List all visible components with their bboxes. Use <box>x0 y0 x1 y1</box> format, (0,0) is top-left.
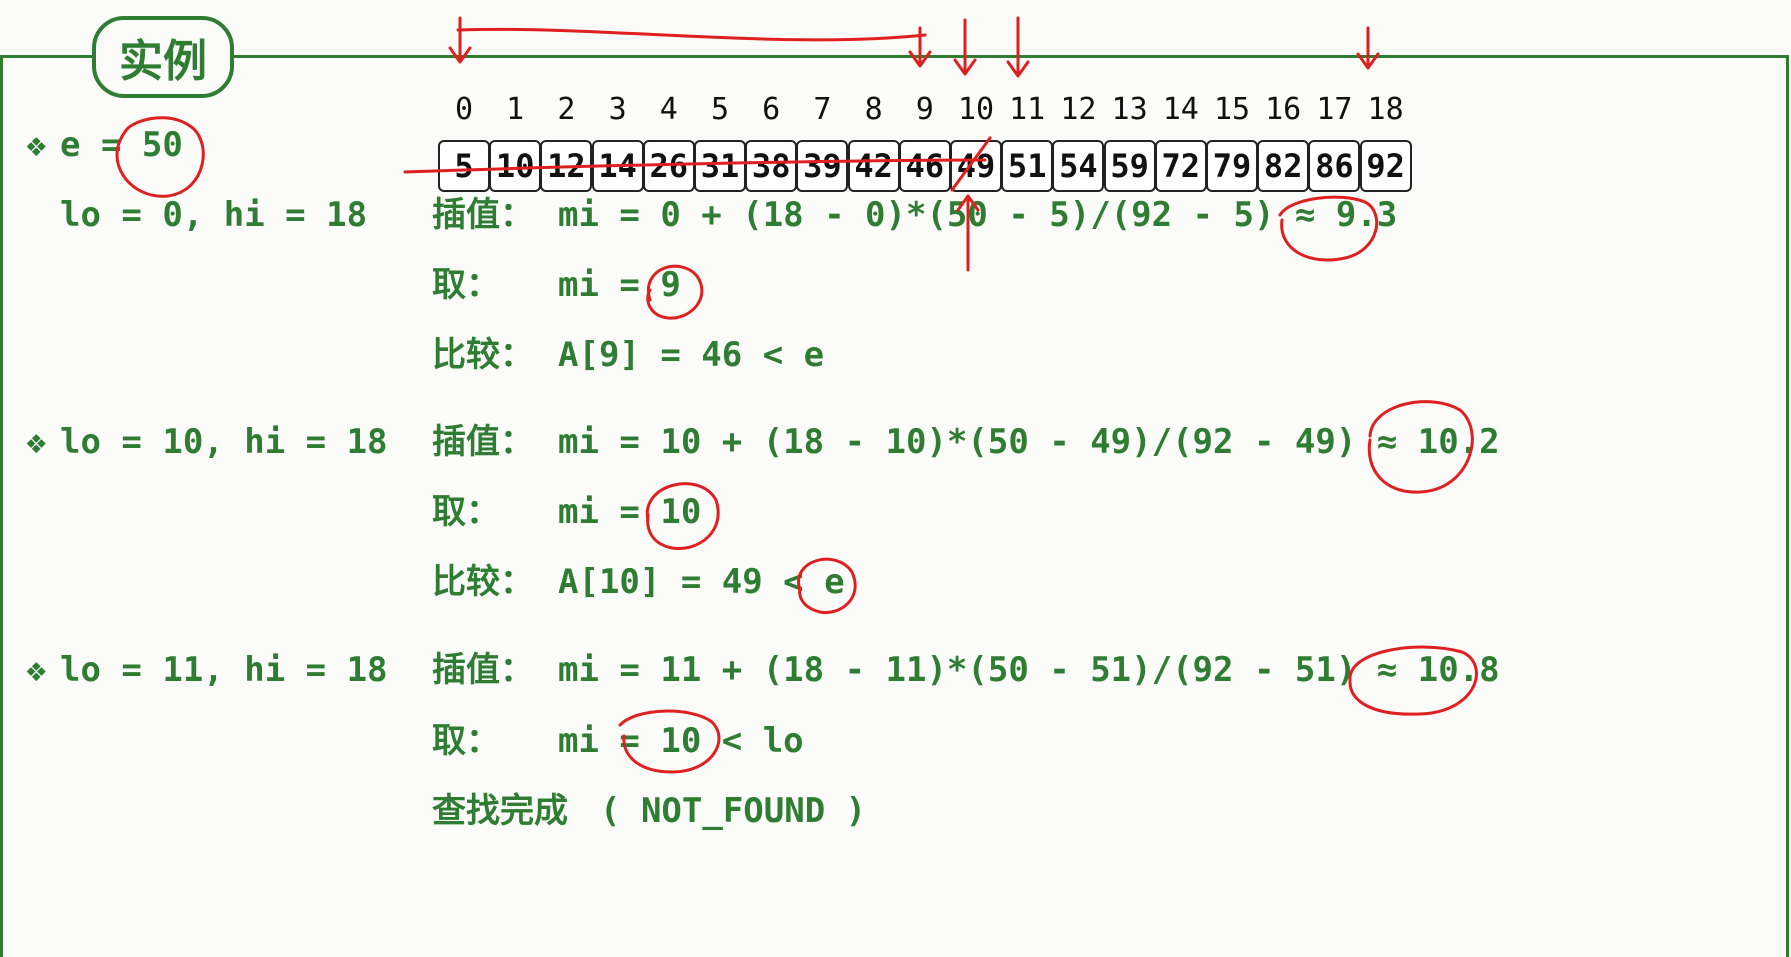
array-index: 17 <box>1316 92 1353 127</box>
range-2: lo = 10, hi = 18 <box>60 422 388 462</box>
array-index: 15 <box>1213 92 1251 127</box>
interp-expr-3: mi = 11 + (18 - 11)*(50 - 51)/(92 - 51) … <box>558 650 1500 690</box>
array-cell: 86 <box>1308 140 1361 192</box>
array-index: 6 <box>762 92 781 127</box>
cmp-expr-1: A[9] = 46 < e <box>558 335 825 375</box>
take-label-2: 取： <box>432 492 500 532</box>
array-index: 0 <box>454 92 474 127</box>
interp-expr-1: mi = 0 + (18 - 0)*(50 - 5)/(92 - 5) ≈ 9.… <box>558 195 1398 235</box>
array-index: 9 <box>915 92 934 127</box>
array-index: 2 <box>557 92 576 127</box>
bullet-icon: ❖ <box>26 650 47 690</box>
array-cell: 51 <box>1001 140 1054 192</box>
bullet-icon: ❖ <box>26 422 47 462</box>
array-cell: 42 <box>847 140 900 192</box>
array-cell: 92 <box>1359 140 1412 192</box>
array-cell: 39 <box>796 140 849 192</box>
take-expr-2: mi = 10 <box>558 492 702 532</box>
array-cell: 26 <box>642 140 695 192</box>
target-value: e = 50 <box>60 125 183 165</box>
array-cell: 38 <box>745 140 798 192</box>
array-index: 1 <box>506 92 525 127</box>
take-expr-3: mi = 10 < lo <box>558 721 804 761</box>
array-cell: 49 <box>950 140 1002 192</box>
array-cell: 10 <box>489 140 542 192</box>
array-index: 14 <box>1162 92 1199 127</box>
array-cell: 46 <box>898 140 951 192</box>
array-cell: 31 <box>694 140 746 192</box>
result-value: ( NOT_FOUND ) <box>600 791 867 831</box>
array-index: 4 <box>659 92 678 127</box>
array-cell: 59 <box>1103 140 1156 192</box>
interp-label-2: 插值： <box>432 422 534 462</box>
bullet-icon: ❖ <box>26 125 47 165</box>
array-index: 10 <box>957 92 995 127</box>
array-index: 12 <box>1060 92 1097 127</box>
title-badge: 实例 <box>92 16 234 98</box>
interp-label-3: 插值： <box>432 650 534 690</box>
array-index: 8 <box>864 92 883 127</box>
cmp-label-2: 比较： <box>432 562 534 602</box>
interp-expr-2: mi = 10 + (18 - 10)*(50 - 49)/(92 - 49) … <box>558 422 1500 462</box>
array-index: 13 <box>1111 92 1148 127</box>
take-label-3: 取： <box>432 721 500 761</box>
interp-label-1: 插值： <box>432 195 534 235</box>
array-cell: 12 <box>540 140 593 192</box>
range-1: lo = 0, hi = 18 <box>60 195 368 235</box>
array-cell: 5 <box>438 140 490 192</box>
array-cell: 54 <box>1052 140 1105 192</box>
range-3: lo = 11, hi = 18 <box>60 650 388 690</box>
array-index: 7 <box>813 92 832 127</box>
take-label-1: 取： <box>432 265 500 305</box>
array-cell: 14 <box>591 140 644 192</box>
array-index: 5 <box>710 92 730 127</box>
array-index: 11 <box>1009 92 1046 127</box>
array-index: 3 <box>608 92 627 127</box>
array-cell: 72 <box>1154 140 1207 192</box>
array-index: 18 <box>1367 92 1404 127</box>
cmp-expr-2: A[10] = 49 < e <box>558 562 845 602</box>
cmp-label-1: 比较： <box>432 335 534 375</box>
result-label: 查找完成 <box>432 791 568 831</box>
take-expr-1: mi = 9 <box>558 265 681 305</box>
array-index: 16 <box>1265 92 1302 127</box>
array-cell: 82 <box>1257 140 1310 192</box>
array-cell: 79 <box>1206 140 1258 192</box>
strike-line-top <box>456 27 927 42</box>
